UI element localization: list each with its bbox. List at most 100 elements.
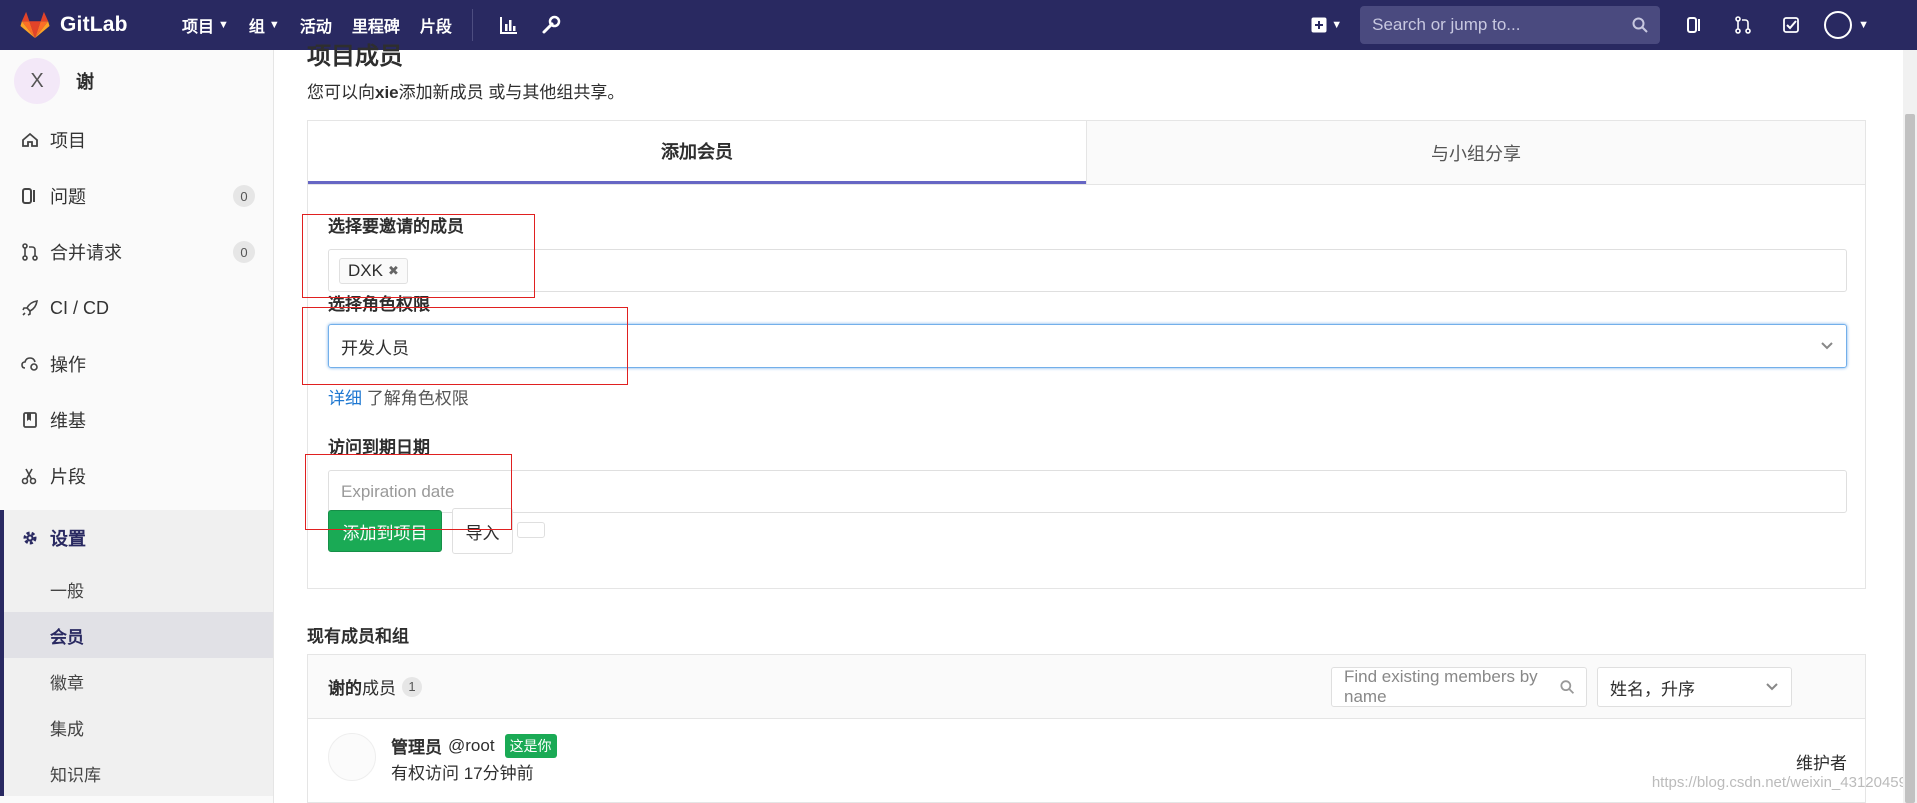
sidebar-item-label: 操作 (50, 355, 86, 375)
role-details-link[interactable]: 详细 (328, 389, 362, 408)
main-scrollbar[interactable] (1903, 50, 1917, 803)
merge-request-icon (20, 242, 40, 262)
invite-members-input[interactable]: DXK ✖ (328, 249, 1847, 292)
chevron-down-icon (1821, 342, 1833, 350)
you-badge: 这是你 (504, 733, 557, 758)
book-icon (20, 410, 40, 430)
nav-snippets[interactable]: 片段 (420, 13, 452, 37)
nav-groups-label: 组 (248, 19, 265, 36)
chevron-down-icon: ▼ (218, 19, 229, 31)
sidebar-subitem-members[interactable]: 会员 (4, 612, 273, 658)
sidebar-project-header[interactable]: X 谢 (0, 50, 273, 112)
home-icon (20, 130, 40, 150)
sidebar-item-ci-cd[interactable]: CI / CD (0, 280, 273, 336)
merge-requests-count-badge: 0 (233, 241, 255, 263)
invite-tabs: 添加会员 与小组分享 (308, 121, 1865, 185)
role-help: 详细 了解角色权限 (328, 384, 469, 409)
sidebar-item-label: 片段 (50, 467, 86, 487)
annotation-box-actions (305, 454, 512, 530)
page-title: 项目成员 (307, 43, 403, 70)
nav-milestones-label: 里程碑 (351, 19, 400, 36)
nav-activity[interactable]: 活动 (300, 13, 332, 37)
table-row: 管理员 @root 这是你 有权访问 17分钟前 维护者 (308, 719, 1865, 803)
scrollbar-thumb[interactable] (1905, 114, 1915, 803)
member-search-placeholder: Find existing members by name (1344, 667, 1538, 706)
member-name: 管理员 @root 这是你 (391, 733, 557, 758)
members-header-suffix: 成员 (362, 679, 396, 698)
watermark: https://blog.csdn.net/weixin_43120459 (1651, 774, 1907, 791)
project-sidebar: X 谢 项目 问题 0 合并请求 0 CI / CD 操作 维基 片段 设置 一… (0, 50, 274, 803)
user-avatar (1824, 11, 1853, 39)
sidebar-subitem-repository[interactable]: 知识库 (4, 750, 273, 796)
chart-icon[interactable] (495, 11, 523, 39)
member-sort-value: 姓名，升序 (1610, 679, 1695, 699)
scissors-icon (20, 466, 40, 486)
rocket-icon (20, 298, 40, 318)
sidebar-settings-group: 设置 一般 会员 徽章 集成 知识库 (0, 510, 273, 796)
todo-check-icon[interactable] (1776, 10, 1806, 40)
project-avatar: X (14, 58, 60, 104)
chevron-down-icon: ▼ (1331, 19, 1343, 31)
sidebar-subitem-badges[interactable]: 徽章 (4, 658, 273, 704)
sidebar-item-label: 维基 (50, 411, 86, 431)
member-role: 维护者 (1796, 754, 1847, 773)
tab-share-with-group[interactable]: 与小组分享 (1086, 121, 1865, 184)
sidebar-item-issues[interactable]: 问题 0 (0, 168, 273, 224)
nav-activity-label: 活动 (299, 19, 332, 36)
main-content: 项目成员 您可以向xie添加新成员 或与其他组共享。 添加会员 与小组分享 选择… (274, 43, 1917, 803)
intro-text: 您可以向xie添加新成员 或与其他组共享。 (307, 78, 624, 103)
brand-name: GitLab (60, 13, 128, 36)
nav-divider (471, 9, 473, 41)
nav-groups[interactable]: 组 ▼ (249, 13, 280, 37)
members-header-prefix: 谢的 (328, 679, 362, 698)
intro-suffix: 添加新成员 或与其他组共享。 (398, 83, 625, 102)
chevron-down-icon (1766, 683, 1778, 691)
member-username: @root (448, 735, 495, 755)
cloud-gear-icon (20, 354, 40, 374)
member-avatar[interactable] (328, 733, 376, 781)
sidebar-item-label: 项目 (50, 131, 86, 151)
intro-project: xie (375, 83, 399, 102)
sidebar-item-label: 设置 (50, 529, 86, 549)
gitlab-logo-icon (20, 11, 50, 39)
chevron-down-icon: ▼ (268, 19, 280, 31)
nav-milestones[interactable]: 里程碑 (352, 13, 400, 37)
sidebar-item-wiki[interactable]: 维基 (0, 392, 273, 448)
search-placeholder: Search or jump to... (1372, 15, 1521, 34)
search-icon (1560, 680, 1574, 694)
intro-prefix: 您可以向 (307, 83, 375, 102)
issues-count-badge: 0 (233, 185, 255, 207)
gitlab-home-link[interactable]: GitLab (20, 10, 162, 40)
top-navbar: GitLab 项目 ▼ 组 ▼ 活动 里程碑 片段 ▼ Search or jump… (0, 0, 1917, 50)
sidebar-item-snippets[interactable]: 片段 (0, 448, 273, 504)
annotation-box-role (302, 307, 628, 385)
sidebar-item-label: CI / CD (50, 297, 110, 318)
sidebar-item-project[interactable]: 项目 (0, 112, 273, 168)
extra-toggle[interactable] (517, 522, 545, 538)
user-menu[interactable]: ▼ (1824, 11, 1869, 39)
sidebar-item-operations[interactable]: 操作 (0, 336, 273, 392)
members-list-header: 谢的 成员 1 Find existing members by name 姓名，… (308, 655, 1865, 719)
sidebar-subitem-general[interactable]: 一般 (4, 566, 273, 612)
issues-nav-icon[interactable] (1680, 10, 1710, 40)
members-count-badge: 1 (402, 676, 422, 697)
existing-members-title: 现有成员和组 (307, 627, 409, 646)
member-search-input[interactable]: Find existing members by name (1331, 667, 1587, 707)
annotation-box-members (302, 214, 535, 298)
sidebar-item-label: 合并请求 (50, 243, 122, 263)
member-sort-select[interactable]: 姓名，升序 (1597, 667, 1792, 707)
merge-request-nav-icon[interactable] (1728, 10, 1758, 40)
search-input[interactable]: Search or jump to... (1360, 6, 1661, 44)
sidebar-item-settings[interactable]: 设置 (4, 510, 273, 566)
member-display-name[interactable]: 管理员 (391, 733, 442, 758)
sidebar-subitem-integrations[interactable]: 集成 (4, 704, 273, 750)
sidebar-item-merge-requests[interactable]: 合并请求 0 (0, 224, 273, 280)
nav-projects[interactable]: 项目 ▼ (182, 13, 229, 37)
sidebar-item-label: 问题 (50, 187, 86, 207)
expiration-date-input[interactable]: Expiration date (328, 470, 1847, 513)
new-dropdown[interactable]: ▼ (1311, 17, 1342, 33)
gear-icon (20, 528, 40, 548)
tab-add-member[interactable]: 添加会员 (308, 121, 1086, 184)
project-name: 谢 (76, 72, 94, 92)
wrench-icon[interactable] (537, 11, 565, 39)
